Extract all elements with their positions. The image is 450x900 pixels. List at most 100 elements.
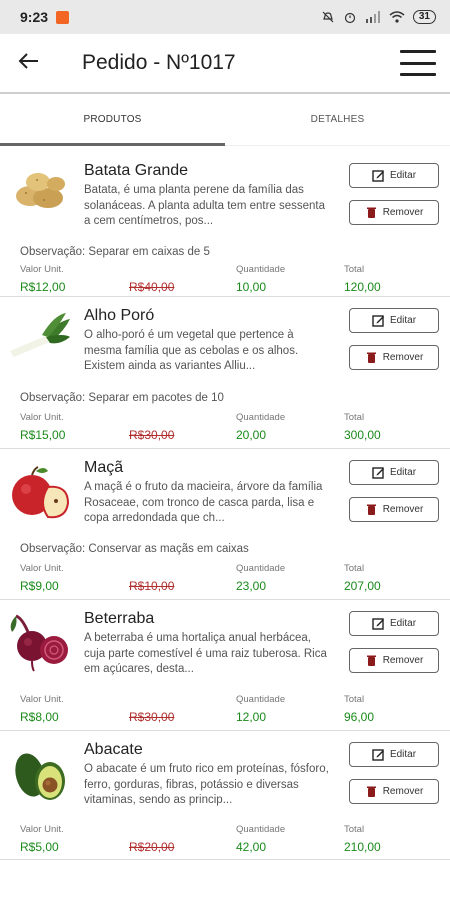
- old-price: R$40,00: [129, 280, 175, 294]
- quantity-value: 20,00: [236, 428, 267, 442]
- old-price: R$20,00: [129, 840, 175, 854]
- product-item: Alho Poró O alho-poró é um vegetal que p…: [0, 297, 450, 449]
- tab-detalhes[interactable]: DETALHES: [225, 94, 450, 145]
- trash-icon: [366, 504, 376, 515]
- edit-icon: [372, 618, 384, 630]
- page-title: Pedido - Nº1017: [82, 51, 236, 74]
- edit-label: Editar: [389, 170, 417, 181]
- product-name: Alho Poró: [84, 307, 155, 324]
- total-label: Total: [344, 824, 365, 835]
- remove-button[interactable]: Remover: [349, 200, 439, 225]
- product-name: Batata Grande: [84, 162, 189, 179]
- total-value: 120,00: [344, 280, 381, 294]
- quantity-label: Quantidade: [236, 694, 286, 705]
- quantity-label: Quantidade: [236, 563, 286, 574]
- unit-price-label: Valor Unit.: [20, 412, 64, 423]
- total-value: 96,00: [344, 710, 375, 724]
- remove-label: Remover: [382, 786, 424, 797]
- total-value: 210,00: [344, 840, 381, 854]
- signal-icon: [365, 11, 380, 23]
- quantity-value: 23,00: [236, 579, 267, 593]
- edit-button[interactable]: Editar: [349, 611, 439, 636]
- trash-icon: [366, 786, 376, 797]
- alarm-icon: [344, 12, 355, 24]
- arrow-left-icon: [18, 52, 38, 69]
- mute-icon: [322, 11, 334, 23]
- edit-label: Editar: [389, 315, 417, 326]
- unit-price: R$9,00: [20, 579, 59, 593]
- battery-icon: 31: [412, 10, 436, 24]
- product-description: A maçã é o fruto da macieira, árvore da …: [84, 481, 323, 524]
- back-button[interactable]: [18, 52, 58, 75]
- status-bar: 9:23 31: [0, 0, 450, 34]
- product-image-apple: [12, 466, 70, 519]
- quantity-label: Quantidade: [236, 264, 286, 275]
- product-image-leek: [10, 313, 70, 357]
- product-description: A beterraba é uma hortaliça anual herbác…: [84, 632, 327, 675]
- product-name: Maçã: [84, 459, 124, 476]
- product-description: Batata, é uma planta perene da família d…: [84, 184, 326, 227]
- unit-price: R$5,00: [20, 840, 59, 854]
- quantity-value: 42,00: [236, 840, 267, 854]
- remove-button[interactable]: Remover: [349, 345, 439, 370]
- old-price: R$30,00: [129, 710, 175, 724]
- unit-price-label: Valor Unit.: [20, 264, 64, 275]
- total-label: Total: [344, 412, 365, 423]
- trash-icon: [366, 352, 376, 363]
- edit-icon: [372, 467, 384, 479]
- product-image-avocado: [15, 753, 65, 800]
- remove-button[interactable]: Remover: [349, 648, 439, 673]
- menu-button[interactable]: [400, 50, 436, 76]
- quantity-value: 10,00: [236, 280, 267, 294]
- tab-produtos[interactable]: PRODUTOS: [0, 94, 225, 145]
- unit-price-label: Valor Unit.: [20, 824, 64, 835]
- remove-label: Remover: [382, 207, 424, 218]
- trash-icon: [366, 207, 376, 218]
- edit-button[interactable]: Editar: [349, 742, 439, 767]
- product-name: Abacate: [84, 741, 143, 758]
- product-item: Beterraba A beterraba é uma hortaliça an…: [0, 600, 450, 731]
- product-observation: Observação: Separar em caixas de 5: [20, 246, 210, 258]
- total-label: Total: [344, 563, 365, 574]
- remove-button[interactable]: Remover: [349, 779, 439, 804]
- tab-bar: PRODUTOS DETALHES: [0, 94, 450, 146]
- notification-icon: [56, 10, 70, 24]
- old-price: R$30,00: [129, 428, 175, 442]
- edit-button[interactable]: Editar: [349, 308, 439, 333]
- product-image-beet: [10, 614, 68, 672]
- unit-price: R$8,00: [20, 710, 59, 724]
- status-time: 9:23: [20, 9, 49, 25]
- product-observation: Observação: Conservar as maçãs em caixas: [20, 543, 249, 555]
- total-label: Total: [344, 264, 365, 275]
- total-label: Total: [344, 694, 365, 705]
- quantity-label: Quantidade: [236, 412, 286, 423]
- remove-label: Remover: [382, 655, 424, 666]
- unit-price: R$12,00: [20, 280, 66, 294]
- edit-label: Editar: [389, 749, 417, 760]
- product-list: Batata Grande Batata, é uma planta peren…: [0, 146, 450, 860]
- total-value: 300,00: [344, 428, 381, 442]
- edit-icon: [372, 315, 384, 327]
- edit-label: Editar: [389, 467, 417, 478]
- product-name: Beterraba: [84, 610, 155, 627]
- edit-button[interactable]: Editar: [349, 460, 439, 485]
- product-item: Maçã A maçã é o fruto da macieira, árvor…: [0, 449, 450, 600]
- product-description: O alho-poró é um vegetal que pertence à …: [84, 329, 299, 372]
- remove-label: Remover: [382, 352, 424, 363]
- product-item: Abacate O abacate é um fruto rico em pro…: [0, 731, 450, 860]
- product-image-potato: [16, 173, 65, 208]
- unit-price-label: Valor Unit.: [20, 563, 64, 574]
- unit-price: R$15,00: [20, 428, 66, 442]
- product-item: Batata Grande Batata, é uma planta peren…: [0, 146, 450, 297]
- remove-button[interactable]: Remover: [349, 497, 439, 522]
- edit-button[interactable]: Editar: [349, 163, 439, 188]
- hamburger-icon: [400, 50, 436, 53]
- wifi-icon: [389, 11, 405, 23]
- old-price: R$10,00: [129, 579, 175, 593]
- edit-icon: [372, 170, 384, 182]
- unit-price-label: Valor Unit.: [20, 694, 64, 705]
- app-bar: Pedido - Nº1017: [0, 34, 450, 94]
- status-icons: 31: [321, 10, 436, 24]
- quantity-label: Quantidade: [236, 824, 286, 835]
- edit-label: Editar: [389, 618, 417, 629]
